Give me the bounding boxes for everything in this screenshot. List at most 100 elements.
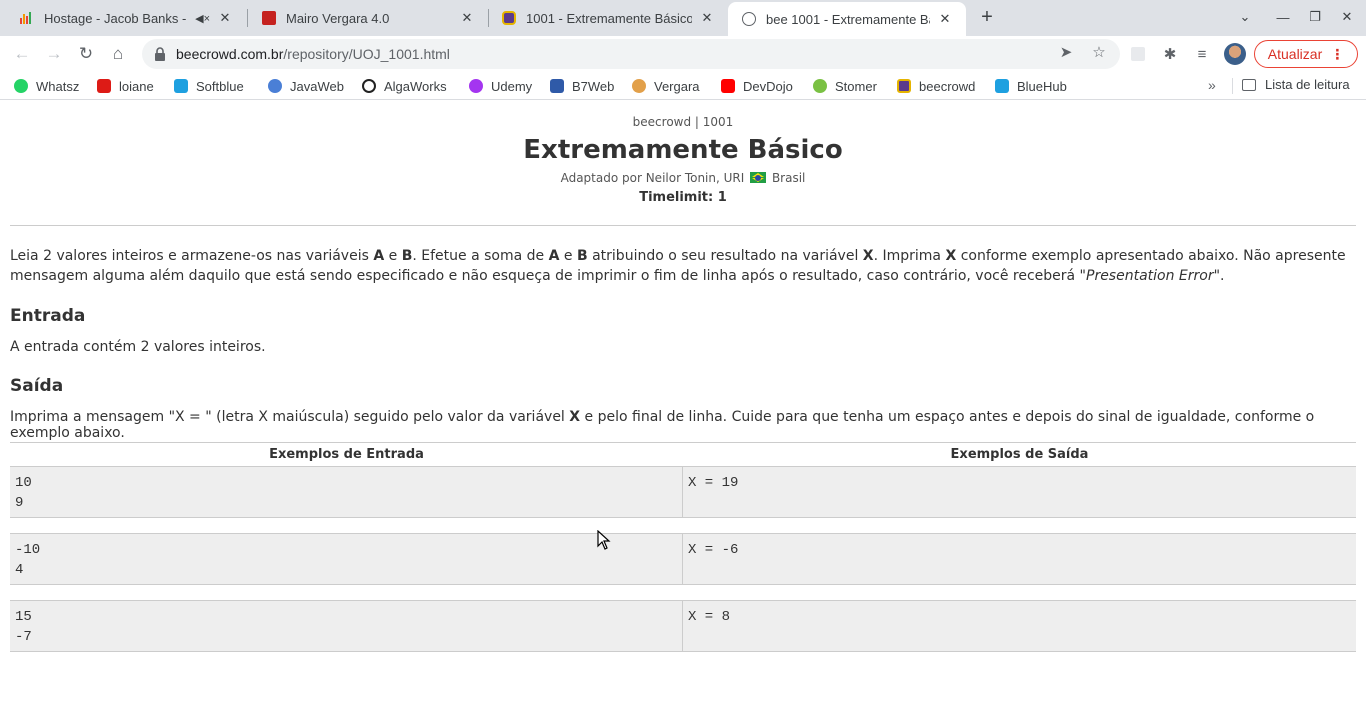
vergara-icon bbox=[632, 79, 646, 93]
bookmark-label: Vergara bbox=[654, 78, 700, 94]
tab-title: 1001 - Extremamente Básico - bbox=[526, 10, 692, 26]
bookmark-devdojo[interactable]: DevDojo bbox=[721, 77, 793, 95]
algaworks-icon bbox=[362, 79, 376, 93]
example-output[interactable]: X = 8 bbox=[683, 601, 1356, 651]
reload-icon[interactable]: ↻ bbox=[72, 40, 100, 68]
bookmarks-bar: Whatsz loiane Softblue JavaWeb AlgaWorks… bbox=[0, 72, 1366, 100]
send-icon[interactable]: ➤ bbox=[1054, 40, 1078, 64]
bookmark-label: Whatsz bbox=[36, 78, 80, 94]
author-text: Adaptado por Neilor Tonin, URI bbox=[560, 171, 745, 185]
example-input[interactable]: 10 9 bbox=[10, 467, 683, 517]
bookmark-label: B7Web bbox=[572, 78, 615, 94]
puzzle-icon[interactable]: ✱ bbox=[1158, 42, 1182, 66]
reading-list-button[interactable]: Lista de leitura bbox=[1242, 77, 1350, 92]
problem-author: Adaptado por Neilor Tonin, URI Brasil bbox=[0, 171, 1366, 185]
example-output[interactable]: X = 19 bbox=[683, 467, 1356, 517]
forward-icon[interactable]: → bbox=[40, 40, 68, 68]
bookmark-b7web[interactable]: B7Web bbox=[550, 77, 614, 95]
bookmark-stomer[interactable]: Stomer bbox=[813, 77, 877, 95]
examples-input-header: Exemplos de Entrada bbox=[269, 447, 424, 462]
close-icon[interactable]: ✕ bbox=[216, 9, 234, 27]
desc-text: . Imprima bbox=[873, 248, 946, 264]
example-row: 15 -7 X = 8 bbox=[10, 600, 1356, 652]
tab-title: Mairo Vergara 4.0 bbox=[286, 10, 390, 26]
close-window-icon[interactable]: ✕ bbox=[1336, 6, 1358, 28]
b7web-icon bbox=[550, 79, 564, 93]
url-domain: beecrowd.com.br bbox=[176, 46, 284, 62]
back-icon[interactable]: ← bbox=[8, 40, 36, 68]
bookmark-algaworks[interactable]: AlgaWorks bbox=[362, 77, 447, 95]
examples-table: Exemplos de Entrada Exemplos de Saída 10… bbox=[10, 442, 1356, 652]
close-icon[interactable]: ✕ bbox=[458, 9, 476, 27]
bookmark-whatsz[interactable]: Whatsz bbox=[14, 77, 79, 95]
lock-icon[interactable] bbox=[154, 47, 166, 61]
bookmark-label: Stomer bbox=[835, 78, 877, 94]
var-a: A bbox=[373, 248, 385, 264]
minimize-icon[interactable]: — bbox=[1272, 6, 1294, 28]
bookmark-loiane[interactable]: loiane bbox=[97, 77, 154, 95]
author-country: Brasil bbox=[771, 171, 806, 185]
tab-hostage[interactable]: Hostage - Jacob Banks - D ◀× ✕ bbox=[6, 0, 246, 36]
tab-mairo[interactable]: Mairo Vergara 4.0 ✕ bbox=[248, 0, 488, 36]
stomer-icon bbox=[813, 79, 827, 93]
presentation-error-text: Presentation Error bbox=[1086, 268, 1214, 284]
book-icon bbox=[262, 11, 276, 25]
more-icon: ⋮ bbox=[1330, 45, 1345, 62]
desc-text: Leia 2 valores inteiros e armazene-os na… bbox=[10, 248, 374, 264]
divider bbox=[10, 225, 1356, 226]
youtube-icon bbox=[721, 79, 735, 93]
var-x: X bbox=[945, 248, 957, 264]
softblue-icon bbox=[174, 79, 188, 93]
bluehub-icon bbox=[995, 79, 1009, 93]
example-input[interactable]: 15 -7 bbox=[10, 601, 683, 651]
close-icon[interactable]: ✕ bbox=[936, 10, 954, 28]
bookmark-udemy[interactable]: Udemy bbox=[469, 77, 532, 95]
var-b: B bbox=[576, 248, 588, 264]
saida-heading: Saída bbox=[10, 376, 64, 396]
example-output[interactable]: X = -6 bbox=[683, 534, 1356, 584]
page-content: beecrowd | 1001 Extremamente Básico Adap… bbox=[0, 101, 1366, 728]
whatsapp-icon bbox=[14, 79, 28, 93]
media-control-icon[interactable]: ≡ bbox=[1190, 42, 1214, 66]
brazil-flag-icon bbox=[750, 172, 767, 183]
tab-search-icon[interactable]: ⌄ bbox=[1234, 6, 1256, 28]
desc-text: e bbox=[559, 248, 577, 264]
avatar[interactable] bbox=[1224, 43, 1246, 65]
chevron-double-right-icon[interactable]: » bbox=[1208, 77, 1216, 93]
bookmark-bluehub[interactable]: BlueHub bbox=[995, 77, 1067, 95]
udemy-icon bbox=[469, 79, 483, 93]
angular-icon bbox=[97, 79, 111, 93]
bookmark-vergara[interactable]: Vergara bbox=[632, 77, 700, 95]
example-input[interactable]: -10 4 bbox=[10, 534, 683, 584]
close-icon[interactable]: ✕ bbox=[698, 9, 716, 27]
speaker-muted-icon[interactable]: ◀× bbox=[195, 12, 210, 25]
tab-strip: Hostage - Jacob Banks - D ◀× ✕ Mairo Ver… bbox=[0, 0, 1366, 36]
mouse-cursor-icon bbox=[597, 530, 611, 550]
tab-title: Hostage - Jacob Banks - D bbox=[44, 10, 192, 26]
reading-list-icon bbox=[1242, 78, 1256, 91]
new-tab-button[interactable]: + bbox=[976, 6, 998, 28]
desc-text: e bbox=[384, 248, 402, 264]
extension-icon[interactable] bbox=[1126, 42, 1150, 66]
bookmarks-separator bbox=[1232, 78, 1233, 94]
tab-bee-1001[interactable]: bee 1001 - Extremamente Bás ✕ bbox=[728, 2, 966, 36]
address-bar[interactable]: beecrowd.com.br/repository/UOJ_1001.html bbox=[142, 39, 1120, 69]
restore-icon[interactable]: ❐ bbox=[1304, 6, 1326, 28]
entrada-heading: Entrada bbox=[10, 306, 86, 326]
update-button[interactable]: Atualizar ⋮ bbox=[1254, 40, 1358, 68]
bookmark-softblue[interactable]: Softblue bbox=[174, 77, 244, 95]
tab-1001[interactable]: 1001 - Extremamente Básico - ✕ bbox=[488, 0, 728, 36]
bookmark-javaweb[interactable]: JavaWeb bbox=[268, 77, 344, 95]
update-label: Atualizar bbox=[1267, 46, 1323, 62]
reading-list-label: Lista de leitura bbox=[1265, 77, 1350, 92]
bookmark-beecrowd[interactable]: beecrowd bbox=[897, 77, 975, 95]
bookmark-label: beecrowd bbox=[919, 78, 976, 94]
star-icon[interactable]: ☆ bbox=[1087, 40, 1111, 64]
examples-header: Exemplos de Entrada Exemplos de Saída bbox=[10, 442, 1356, 466]
var-a: A bbox=[548, 248, 560, 264]
var-x: X bbox=[862, 248, 874, 264]
home-icon[interactable]: ⌂ bbox=[104, 40, 132, 68]
bookmark-label: Udemy bbox=[491, 78, 533, 94]
bookmark-label: BlueHub bbox=[1017, 78, 1067, 94]
browser-toolbar: ← → ↻ ⌂ beecrowd.com.br/repository/UOJ_1… bbox=[0, 36, 1366, 72]
